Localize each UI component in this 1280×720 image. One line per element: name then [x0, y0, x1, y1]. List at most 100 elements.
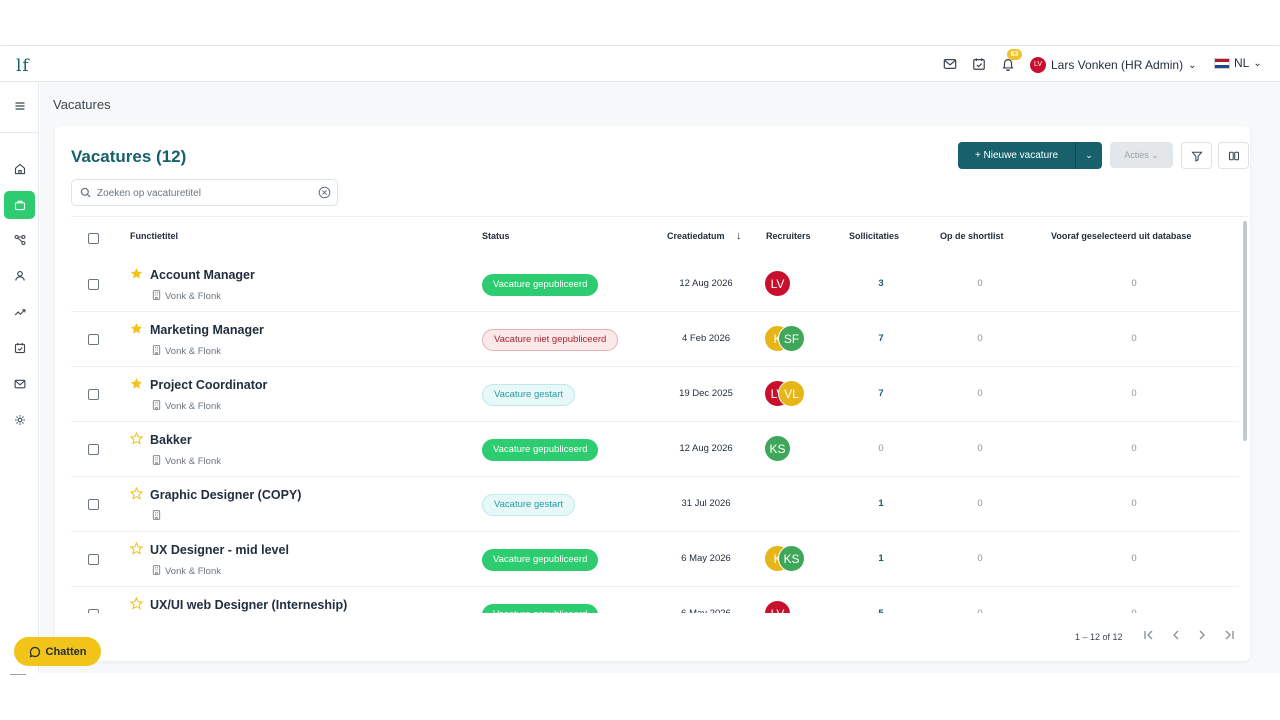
recruiter-avatar[interactable]: LV [764, 270, 791, 297]
sidebar-item-workflow[interactable] [4, 226, 35, 254]
next-page-icon[interactable] [1194, 627, 1210, 643]
app-logo[interactable]: lf [16, 56, 30, 76]
search-input[interactable] [97, 184, 312, 202]
menu-toggle-icon[interactable] [4, 92, 35, 120]
row-checkbox[interactable] [88, 554, 99, 565]
applications-count[interactable]: 3 [861, 278, 901, 289]
tasks-icon[interactable] [972, 57, 986, 71]
vacancy-title[interactable]: Project Coordinator [150, 378, 267, 392]
chat-button[interactable]: Chatten [14, 637, 101, 666]
status-badge[interactable]: Vacature niet gepubliceerd [482, 329, 619, 351]
row-checkbox[interactable] [88, 389, 99, 400]
col-status[interactable]: Status [482, 231, 510, 241]
recruiter-avatar[interactable]: VL [778, 380, 805, 407]
vacancy-title[interactable]: Bakker [150, 433, 192, 447]
applications-count[interactable]: 7 [861, 333, 901, 344]
previous-page-icon[interactable] [1168, 627, 1184, 643]
columns-button[interactable] [1218, 142, 1249, 169]
status-badge[interactable]: Vacature gepubliceerd [482, 549, 599, 571]
trend-icon [14, 309, 25, 316]
star-filled-icon[interactable] [130, 322, 143, 335]
first-page-icon[interactable] [1141, 627, 1157, 643]
sidebar-item-messages[interactable] [4, 370, 35, 398]
mail-icon[interactable] [943, 57, 957, 71]
star-filled-icon[interactable] [130, 267, 143, 280]
row-checkbox[interactable] [88, 334, 99, 345]
table-row[interactable]: UX/UI web Designer (Interneship) Vonk & … [71, 587, 1239, 613]
chevron-down-icon[interactable]: ⌄ [1076, 150, 1102, 161]
sidebar-item-tasks[interactable] [4, 334, 35, 362]
company: Vonk & Flonk [152, 290, 221, 303]
new-vacancy-button[interactable]: + Nieuwe vacature ⌄ [958, 142, 1102, 169]
col-preselected[interactable]: Vooraf geselecteerd uit database [1051, 231, 1191, 241]
recruiter-avatar[interactable]: SF [778, 325, 805, 352]
applications-count[interactable]: 1 [861, 553, 901, 564]
recruiter-avatar[interactable]: KS [764, 435, 791, 462]
nodes-icon [14, 234, 25, 246]
building-icon [152, 290, 161, 303]
company: Vonk & Flonk [152, 400, 221, 413]
created-date: 6 May 2026 [656, 608, 756, 613]
user-menu[interactable]: LV Lars Vonken (HR Admin) ⌄ [1030, 56, 1196, 74]
table-row[interactable]: UX Designer - mid level Vonk & Flonk Vac… [71, 532, 1239, 587]
table-row[interactable]: Graphic Designer (COPY) Vacature gestart… [71, 477, 1239, 532]
col-title[interactable]: Functietitel [130, 231, 178, 241]
sidebar-divider [0, 132, 39, 133]
row-checkbox[interactable] [88, 499, 99, 510]
scrollbar[interactable] [1243, 221, 1247, 441]
select-all-checkbox[interactable] [88, 233, 99, 244]
applications-count[interactable]: 5 [861, 608, 901, 613]
language-selector[interactable]: NL ⌄ [1214, 56, 1262, 70]
actions-button[interactable]: Acties ⌄ [1110, 142, 1173, 168]
star-outline-icon[interactable] [129, 431, 144, 445]
row-checkbox[interactable] [88, 444, 99, 455]
row-checkbox[interactable] [88, 279, 99, 290]
recruiter-avatar[interactable]: LV [764, 600, 791, 613]
table-row[interactable]: Bakker Vonk & Flonk Vacature gepubliceer… [71, 422, 1239, 477]
last-page-icon[interactable] [1221, 627, 1237, 643]
vacancies-table: Functietitel Status Creatiedatum ↓ Recru… [71, 216, 1249, 613]
netherlands-flag-icon [1214, 57, 1230, 69]
sidebar-item-home[interactable] [4, 155, 35, 183]
sidebar-item-vacatures[interactable] [4, 191, 35, 219]
vacancy-title[interactable]: UX/UI web Designer (Interneship) [150, 598, 347, 612]
vacancy-title[interactable]: Graphic Designer (COPY) [150, 488, 301, 502]
vacancy-title[interactable]: Marketing Manager [150, 323, 264, 337]
clear-icon[interactable] [318, 186, 331, 199]
breadcrumb: Vacatures [53, 97, 111, 112]
status-badge[interactable]: Vacature gestart [482, 384, 576, 406]
chevron-down-icon: ⌄ [1253, 57, 1262, 69]
status-badge[interactable]: Vacature gestart [482, 494, 576, 516]
sidebar-item-settings[interactable] [4, 406, 35, 434]
table-row[interactable]: Project Coordinator Vonk & Flonk Vacatur… [71, 367, 1239, 422]
star-outline-icon[interactable] [129, 541, 144, 555]
table-row[interactable]: Marketing Manager Vonk & Flonk Vacature … [71, 312, 1239, 367]
preselected-count: 0 [1131, 333, 1137, 344]
status-badge[interactable]: Vacature gepubliceerd [482, 604, 599, 613]
table-row[interactable]: Account Manager Vonk & Flonk Vacature ge… [71, 257, 1239, 312]
filter-button[interactable] [1181, 142, 1212, 169]
row-checkbox[interactable] [88, 609, 99, 613]
star-filled-icon[interactable] [130, 377, 143, 390]
sidebar-item-analytics[interactable] [4, 298, 35, 326]
vacancy-title[interactable]: UX Designer - mid level [150, 543, 289, 557]
recruiter-avatar[interactable]: KS [778, 545, 805, 572]
star-outline-icon[interactable] [129, 596, 144, 610]
sort-down-icon[interactable]: ↓ [736, 230, 742, 242]
col-recruiters[interactable]: Recruiters [766, 231, 811, 241]
applications-count[interactable]: 7 [861, 388, 901, 399]
applications-count[interactable]: 1 [861, 498, 901, 509]
star-outline-icon[interactable] [129, 486, 144, 500]
preselected-count: 0 [1131, 498, 1137, 509]
sidebar [0, 83, 39, 673]
calendar-check-icon [14, 343, 25, 354]
sidebar-item-candidates[interactable] [4, 262, 35, 290]
col-applications[interactable]: Sollicitaties [849, 231, 899, 241]
mail-icon [14, 379, 25, 389]
status-badge[interactable]: Vacature gepubliceerd [482, 274, 599, 296]
col-shortlist[interactable]: Op de shortlist [940, 231, 1004, 241]
status-badge[interactable]: Vacature gepubliceerd [482, 439, 599, 461]
col-created[interactable]: Creatiedatum [667, 231, 725, 241]
vacancy-title[interactable]: Account Manager [150, 268, 255, 282]
company: Vonk & Flonk [152, 455, 221, 468]
